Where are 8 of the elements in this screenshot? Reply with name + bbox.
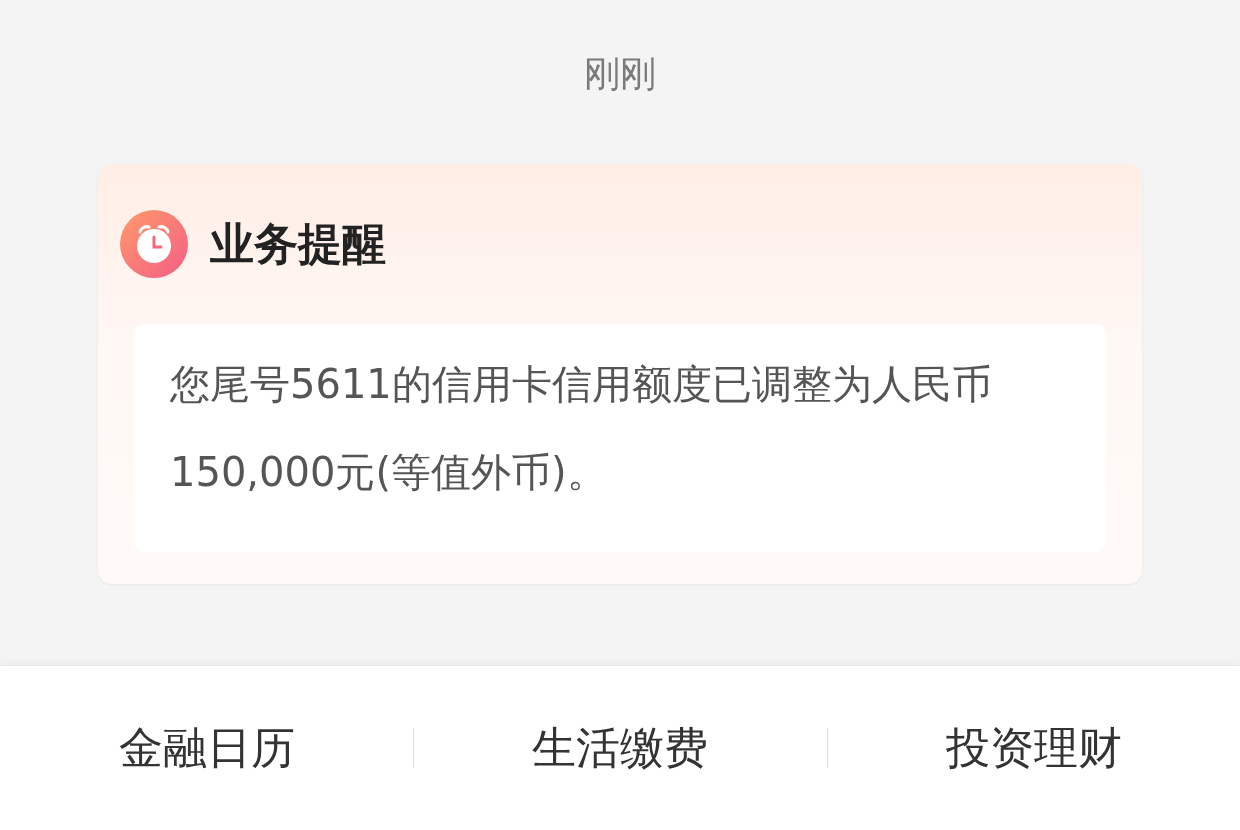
menu-item[interactable]: 金融日历 — [118, 715, 295, 781]
menu-item[interactable]: 生活缴费 — [532, 715, 709, 781]
alarm-clock-icon — [120, 210, 188, 278]
timestamp: 刚刚 — [584, 52, 656, 96]
menu-item[interactable]: 投资理财 — [945, 715, 1122, 781]
message-text: 您尾号5611的信用卡信用额度已调整为人民币150,000元(等值外币)。 — [170, 360, 993, 497]
notification-card[interactable]: 业务提醒 您尾号5611的信用卡信用额度已调整为人民币150,000元(等值外币)。 — [98, 164, 1142, 584]
card-title: 业务提醒 — [210, 217, 386, 271]
